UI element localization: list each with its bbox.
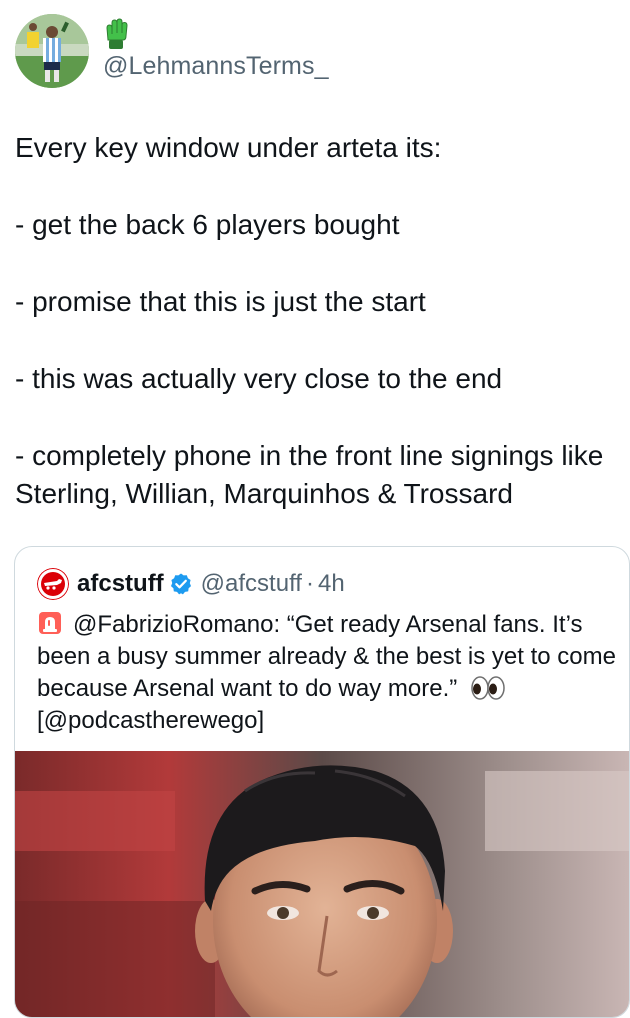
quoted-author-name[interactable]: afcstuff bbox=[77, 570, 164, 598]
goalkeeper-glove-icon bbox=[104, 18, 130, 50]
quoted-tweet-text: @FabrizioRomano: “Get ready Arsenal fans… bbox=[37, 609, 617, 737]
tweet-text: Every key window under arteta its: - get… bbox=[15, 129, 620, 513]
tweet-line: - get the back 6 players bought bbox=[15, 209, 400, 240]
tweet-line: - promise that this is just the start bbox=[15, 286, 426, 317]
tweet-line: Every key window under arteta its: bbox=[15, 132, 442, 163]
quoted-tweet-body: @FabrizioRomano: “Get ready Arsenal fans… bbox=[37, 611, 616, 702]
verified-badge-icon bbox=[170, 573, 191, 595]
quoted-timestamp[interactable]: 4h bbox=[318, 570, 345, 598]
quoted-tweet-link[interactable]: [@podcastherewego] bbox=[37, 707, 264, 734]
quoted-tweet-photo[interactable] bbox=[15, 751, 629, 1017]
separator-dot: · bbox=[305, 570, 314, 597]
author-avatar[interactable] bbox=[15, 14, 89, 88]
quoted-tweet-card[interactable]: afcstuff @afcstuff · 4h @FabrizioRomano:… bbox=[14, 546, 630, 1018]
quoted-tweet-header: afcstuff @afcstuff · 4h bbox=[37, 567, 345, 601]
afcstuff-avatar[interactable] bbox=[37, 568, 69, 600]
quoted-author-handle[interactable]: @afcstuff bbox=[201, 570, 302, 598]
tweet-line: - this was actually very close to the en… bbox=[15, 363, 503, 394]
author-handle[interactable]: @LehmannsTerms_ bbox=[103, 52, 329, 81]
eyes-icon bbox=[471, 676, 505, 700]
police-siren-icon bbox=[39, 612, 61, 634]
tweet-line: - completely phone in the front line sig… bbox=[15, 440, 604, 509]
